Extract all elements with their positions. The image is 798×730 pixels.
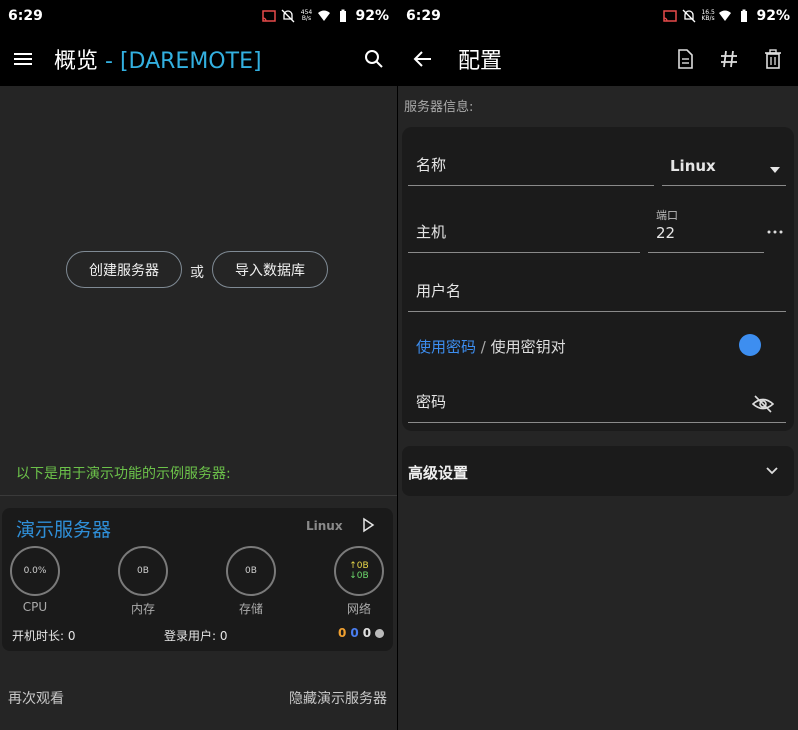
hash-icon[interactable] <box>718 48 740 70</box>
import-database-button[interactable]: 导入数据库 <box>212 251 328 288</box>
overview-screen: 6:29 454 B/s 92% 概览 - [DAREMOTE] 创建服务器 或 … <box>0 0 397 730</box>
demo-server-card[interactable]: 演示服务器 Linux 0.0% CPU 0B 内存 0B 存储 ↑0B ↓0B… <box>2 508 393 651</box>
net-speed: 16.5 KB/s <box>701 9 715 22</box>
port-field[interactable]: 端口 22 <box>648 207 764 253</box>
password-field[interactable]: 密码 <box>408 385 786 423</box>
server-os: Linux <box>306 519 343 533</box>
uptime: 开机时长: 0 <box>12 629 76 643</box>
battery-percent: 92% <box>355 8 389 24</box>
server-name: 演示服务器 <box>16 519 112 541</box>
battery-percent: 92% <box>756 8 790 24</box>
server-info-card: 名称 Linux 主机 端口 22 用户名 使用密码 / 使用密钥对 密码 <box>402 127 794 431</box>
hide-demo-link[interactable]: 隐藏演示服务器 <box>289 688 387 708</box>
network-gauge: ↑0B ↓0B <box>334 546 384 596</box>
create-server-button[interactable]: 创建服务器 <box>66 251 182 288</box>
storage-label: 存储 <box>238 602 263 616</box>
or-label: 或 <box>190 265 204 281</box>
port-value: 22 <box>656 224 676 242</box>
count-other: 0 <box>362 626 372 640</box>
section-label: 服务器信息: <box>404 100 474 115</box>
back-arrow-icon[interactable] <box>412 48 434 70</box>
app-bar: 概览 - [DAREMOTE] <box>0 32 397 86</box>
net-speed: 454 B/s <box>300 9 313 22</box>
logged-users: 登录用户: 0 <box>164 629 228 643</box>
os-select[interactable]: Linux <box>662 151 786 186</box>
memory-gauge: 0B <box>118 546 168 596</box>
page-title: 配置 <box>458 49 503 74</box>
wifi-icon <box>318 10 331 21</box>
dropdown-arrow-icon <box>770 167 780 173</box>
status-time: 6:29 <box>8 8 43 24</box>
status-bar: 6:29 16.5 KB/s 92% <box>398 0 798 32</box>
document-icon[interactable] <box>674 48 696 70</box>
use-password-option[interactable]: 使用密码 <box>416 338 476 356</box>
notifications-off-icon <box>282 9 295 23</box>
storage-gauge: 0B <box>226 546 276 596</box>
status-dot-icon <box>375 628 385 638</box>
delete-icon[interactable] <box>762 48 784 70</box>
battery-icon <box>340 9 347 22</box>
use-keypair-option[interactable]: 使用密钥对 <box>491 338 566 356</box>
cpu-gauge: 0.0% <box>10 546 60 596</box>
status-time: 6:29 <box>406 8 441 24</box>
network-label: 网络 <box>346 602 371 616</box>
username-field[interactable]: 用户名 <box>408 275 786 312</box>
more-icon[interactable] <box>766 229 784 235</box>
status-bar: 6:29 454 B/s 92% <box>0 0 397 32</box>
app-bar: 配置 <box>398 32 798 86</box>
visibility-off-icon[interactable] <box>752 395 774 413</box>
host-field[interactable]: 主机 <box>408 217 640 253</box>
advanced-settings-section[interactable]: 高级设置 <box>402 446 794 496</box>
chevron-down-icon <box>766 467 778 475</box>
memory-label: 内存 <box>130 602 155 616</box>
divider <box>0 495 397 496</box>
battery-icon <box>741 9 748 22</box>
cast-icon <box>663 10 678 22</box>
count-warning: 0 <box>338 626 347 640</box>
name-field[interactable]: 名称 <box>408 151 654 186</box>
play-icon[interactable] <box>360 517 376 533</box>
cpu-label: CPU <box>22 600 48 614</box>
notifications-off-icon <box>683 9 696 23</box>
search-icon[interactable] <box>363 48 385 70</box>
page-title: 概览 - [DAREMOTE] <box>54 49 262 74</box>
auth-toggle[interactable] <box>739 334 761 356</box>
advanced-label: 高级设置 <box>408 464 469 482</box>
port-label: 端口 <box>656 209 678 222</box>
cast-icon <box>262 10 277 22</box>
auth-method: 使用密码 / 使用密钥对 <box>416 338 566 356</box>
count-info: 0 <box>350 626 359 640</box>
demo-note: 以下是用于演示功能的示例服务器: <box>16 466 231 482</box>
menu-icon[interactable] <box>12 48 34 70</box>
config-screen: 6:29 16.5 KB/s 92% 配置 服务器信息: 名称 Linux 主机 … <box>398 0 798 730</box>
status-counts: 0 0 0 <box>338 626 385 640</box>
review-link[interactable]: 再次观看 <box>8 688 64 708</box>
wifi-icon <box>719 10 732 21</box>
